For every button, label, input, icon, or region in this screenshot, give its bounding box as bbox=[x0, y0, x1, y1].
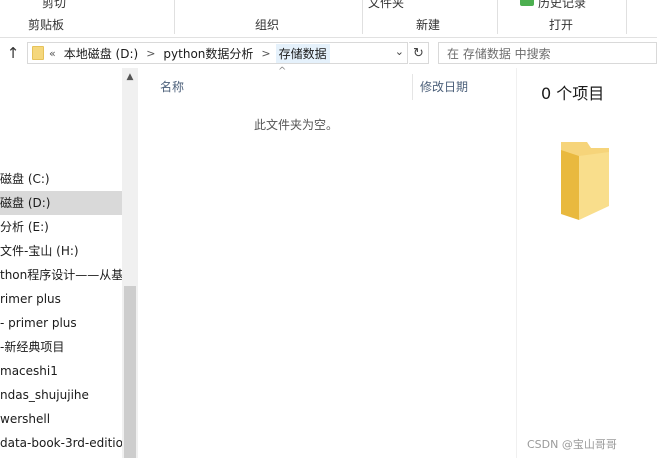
nav-item-folder[interactable]: wershell bbox=[0, 407, 122, 431]
scrollbar-thumb[interactable] bbox=[124, 286, 136, 458]
ribbon-history-button[interactable]: 历史记录 bbox=[538, 0, 586, 11]
nav-item-folder[interactable]: rimer plus bbox=[0, 287, 122, 311]
breadcrumb-python-analysis[interactable]: python数据分析 bbox=[160, 44, 256, 63]
column-header-date-modified[interactable]: 修改日期 bbox=[420, 72, 468, 102]
nav-item-folder[interactable]: thon程序设计——从基 bbox=[0, 263, 122, 287]
folder-icon bbox=[32, 46, 44, 60]
ribbon-divider bbox=[174, 0, 175, 34]
nav-item-drive-c[interactable]: 磁盘 (C:) bbox=[0, 167, 122, 191]
ribbon-divider bbox=[497, 0, 498, 34]
ribbon-cut-button[interactable]: 剪切 bbox=[42, 0, 66, 11]
ribbon-group-open: 打开 bbox=[549, 18, 574, 32]
item-count: 0 个项目 bbox=[541, 84, 605, 103]
nav-item-folder[interactable]: ndas_shujujihe bbox=[0, 383, 122, 407]
nav-item-folder[interactable]: maceshi1 bbox=[0, 359, 122, 383]
address-row: ↑ « 本地磁盘 (D:) > python数据分析 > 存储数据 ⌄ ↻ 在 … bbox=[0, 39, 657, 67]
nav-item-drive-h[interactable]: 文件-宝山 (H:) bbox=[0, 239, 122, 263]
nav-item-folder[interactable]: -新经典项目 bbox=[0, 335, 122, 359]
folder-icon bbox=[561, 142, 609, 220]
file-list: ^ 名称 修改日期 此文件夹为空。 bbox=[138, 66, 516, 458]
nav-scrollbar[interactable]: ▲ bbox=[122, 68, 138, 458]
nav-item-drive-e[interactable]: 分析 (E:) bbox=[0, 215, 122, 239]
sort-ascending-icon: ^ bbox=[278, 66, 287, 77]
scroll-up-arrow-icon[interactable]: ▲ bbox=[122, 72, 138, 86]
empty-folder-message: 此文件夹为空。 bbox=[253, 118, 338, 132]
navigation-pane: 磁盘 (C:) 磁盘 (D:) 分析 (E:) 文件-宝山 (H:) thon程… bbox=[0, 68, 138, 458]
nav-item-folder[interactable]: - primer plus bbox=[0, 311, 122, 335]
overflow-chevron-icon[interactable]: « bbox=[49, 47, 56, 60]
ribbon-divider bbox=[626, 0, 627, 34]
breadcrumb-storage-data[interactable]: 存储数据 bbox=[275, 43, 330, 63]
search-input[interactable]: 在 存储数据 中搜索 bbox=[438, 42, 657, 64]
history-icon bbox=[520, 0, 534, 6]
ribbon-new-folder-button[interactable]: 文件夹 bbox=[368, 0, 404, 11]
address-bar[interactable]: « 本地磁盘 (D:) > python数据分析 > 存储数据 ⌄ bbox=[27, 42, 408, 64]
details-pane: 0 个项目 CSDN @宝山哥哥 bbox=[516, 68, 657, 458]
ribbon: 剪切 剪贴板 组织 文件夹 新建 历史记录 打开 bbox=[0, 0, 657, 38]
column-divider[interactable] bbox=[412, 74, 413, 100]
chevron-right-icon[interactable]: > bbox=[261, 47, 270, 60]
ribbon-group-new: 新建 bbox=[416, 18, 441, 32]
watermark: CSDN @宝山哥哥 bbox=[527, 438, 617, 451]
ribbon-group-clipboard: 剪贴板 bbox=[28, 18, 65, 32]
nav-item-folder[interactable]: data-book-3rd-edition bbox=[0, 431, 122, 455]
breadcrumb-drive-d[interactable]: 本地磁盘 (D:) bbox=[61, 44, 141, 63]
chevron-down-icon[interactable]: ⌄ bbox=[395, 45, 404, 58]
ribbon-group-organize: 组织 bbox=[255, 18, 280, 32]
refresh-button[interactable]: ↻ bbox=[409, 42, 429, 64]
search-placeholder: 在 存储数据 中搜索 bbox=[447, 46, 551, 61]
ribbon-divider bbox=[362, 0, 363, 34]
up-arrow-icon[interactable]: ↑ bbox=[4, 44, 22, 62]
nav-item-drive-d[interactable]: 磁盘 (D:) bbox=[0, 191, 122, 215]
chevron-right-icon[interactable]: > bbox=[146, 47, 155, 60]
column-header-name[interactable]: 名称 bbox=[160, 72, 184, 102]
